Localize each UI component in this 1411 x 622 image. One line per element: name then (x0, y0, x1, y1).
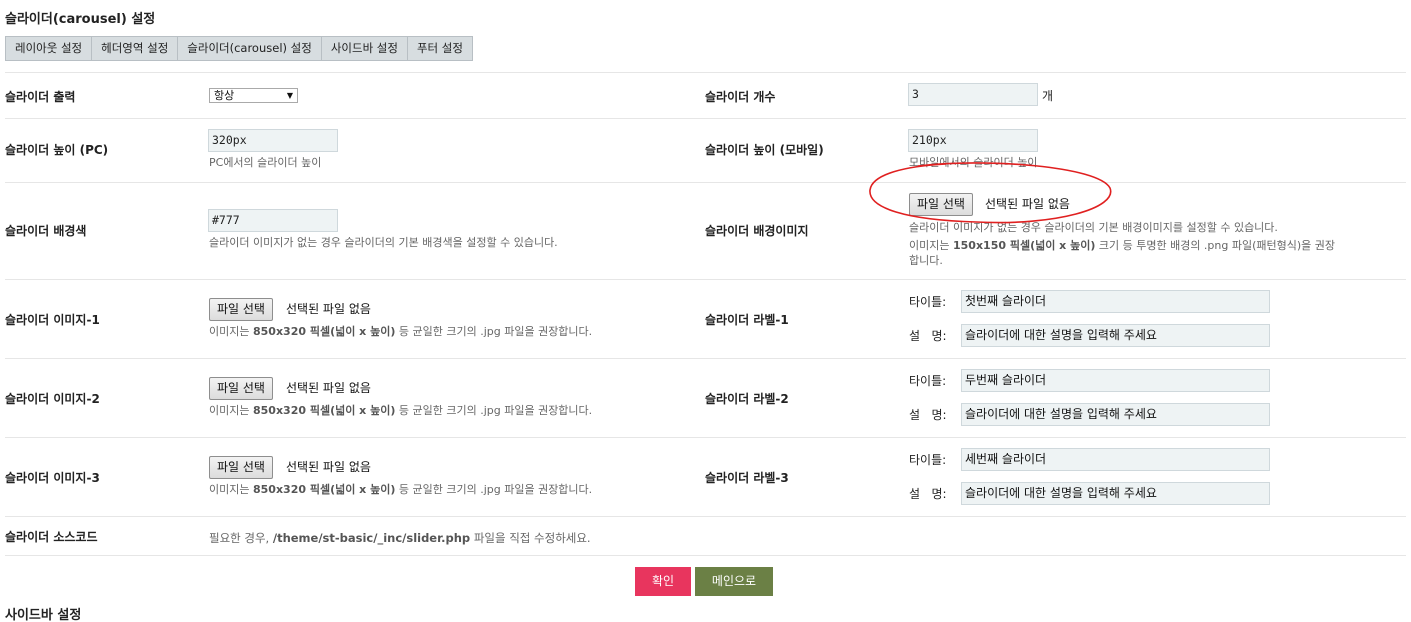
bg-image-file-button[interactable]: 파일 선택 (909, 193, 973, 216)
height-mobile-help: 모바일에서의 슬라이더 높이 (909, 156, 1038, 169)
bg-image-help-2: 이미지는 150x150 픽셀(넓이 x 높이) 크기 등 투명한 배경의 .p… (909, 239, 1336, 252)
chevron-down-icon: ▼ (286, 91, 293, 100)
image-1-file-button[interactable]: 파일 선택 (209, 298, 273, 321)
image-3-help: 이미지는 850x320 픽셀(넓이 x 높이) 등 균일한 크기의 .jpg … (209, 483, 593, 496)
label-3-desc-input[interactable]: 슬라이더에 대한 설명을 입력해 주세요 (961, 482, 1270, 505)
bg-image-help-1: 슬라이더 이미지가 없는 경우 슬라이더의 기본 배경이미지를 설정할 수 있습… (909, 221, 1278, 234)
tab-footer[interactable]: 푸터 설정 (407, 37, 472, 60)
row-slide-2: 슬라이더 이미지-2 파일 선택 선택된 파일 없음 이미지는 850x320 … (5, 358, 1406, 437)
height-pc-input[interactable]: 320px (208, 129, 338, 152)
label-3-label: 슬라이더 라벨-3 (705, 471, 789, 485)
tab-header[interactable]: 헤더영역 설정 (92, 37, 179, 60)
confirm-button[interactable]: 확인 (635, 567, 691, 596)
bg-color-label: 슬라이더 배경색 (5, 224, 87, 238)
label-3-title-label: 타이틀: (909, 453, 947, 467)
settings-tabs: 레이아웃 설정 헤더영역 설정 슬라이더(carousel) 설정 사이드바 설… (5, 36, 473, 61)
image-3-file-button[interactable]: 파일 선택 (209, 456, 273, 479)
row-slide-3: 슬라이더 이미지-3 파일 선택 선택된 파일 없음 이미지는 850x320 … (5, 437, 1406, 516)
row-background: 슬라이더 배경색 #777 슬라이더 이미지가 없는 경우 슬라이더의 기본 배… (5, 182, 1406, 279)
height-pc-label: 슬라이더 높이 (PC) (5, 143, 109, 157)
count-input[interactable]: 3 (908, 83, 1038, 106)
page-title: 슬라이더(carousel) 설정 (5, 12, 156, 27)
label-1-desc-label: 설 명: (909, 329, 947, 343)
image-2-label: 슬라이더 이미지-2 (5, 392, 100, 406)
source-label: 슬라이더 소스코드 (5, 530, 98, 544)
label-1-title-label: 타이틀: (909, 295, 947, 309)
label-2-title-input[interactable]: 두번째 슬라이더 (961, 369, 1270, 392)
height-mobile-label: 슬라이더 높이 (모바일) (705, 143, 824, 157)
bg-image-file-status: 선택된 파일 없음 (985, 197, 1070, 211)
image-1-help: 이미지는 850x320 픽셀(넓이 x 높이) 등 균일한 크기의 .jpg … (209, 325, 593, 338)
main-button[interactable]: 메인으로 (695, 567, 773, 596)
height-mobile-input[interactable]: 210px (908, 129, 1038, 152)
label-1-desc-input[interactable]: 슬라이더에 대한 설명을 입력해 주세요 (961, 324, 1270, 347)
row-source: 슬라이더 소스코드 필요한 경우, /theme/st-basic/_inc/s… (5, 516, 1406, 556)
image-1-file-status: 선택된 파일 없음 (286, 302, 371, 316)
image-3-file-status: 선택된 파일 없음 (286, 460, 371, 474)
bg-image-label: 슬라이더 배경이미지 (705, 224, 809, 238)
count-label: 슬라이더 개수 (705, 90, 776, 104)
image-1-label: 슬라이더 이미지-1 (5, 313, 100, 327)
output-select[interactable]: 항상 ▼ (209, 88, 298, 103)
label-2-label: 슬라이더 라벨-2 (705, 392, 789, 406)
label-2-title-label: 타이틀: (909, 374, 947, 388)
label-2-desc-label: 설 명: (909, 408, 947, 422)
bg-image-help-3: 합니다. (909, 254, 943, 267)
height-pc-help: PC에서의 슬라이더 높이 (209, 156, 322, 169)
source-help: 필요한 경우, /theme/st-basic/_inc/slider.php … (209, 531, 591, 545)
label-3-desc-label: 설 명: (909, 487, 947, 501)
bg-color-input[interactable]: #777 (208, 209, 338, 232)
label-1-label: 슬라이더 라벨-1 (705, 313, 789, 327)
tab-layout[interactable]: 레이아웃 설정 (6, 37, 93, 60)
count-unit: 개 (1042, 89, 1054, 103)
tab-carousel[interactable]: 슬라이더(carousel) 설정 (178, 37, 322, 60)
image-2-file-status: 선택된 파일 없음 (286, 381, 371, 395)
row-slide-1: 슬라이더 이미지-1 파일 선택 선택된 파일 없음 이미지는 850x320 … (5, 279, 1406, 358)
image-3-label: 슬라이더 이미지-3 (5, 471, 100, 485)
bg-color-help: 슬라이더 이미지가 없는 경우 슬라이더의 기본 배경색을 설정할 수 있습니다… (209, 236, 558, 249)
label-2-desc-input[interactable]: 슬라이더에 대한 설명을 입력해 주세요 (961, 403, 1270, 426)
row-height: 슬라이더 높이 (PC) 320px PC에서의 슬라이더 높이 슬라이더 높이… (5, 118, 1406, 182)
tab-sidebar[interactable]: 사이드바 설정 (321, 37, 408, 60)
image-2-file-button[interactable]: 파일 선택 (209, 377, 273, 400)
output-label: 슬라이더 출력 (5, 90, 76, 104)
label-1-title-input[interactable]: 첫번째 슬라이더 (961, 290, 1270, 313)
output-select-value: 항상 (214, 89, 235, 102)
image-2-help: 이미지는 850x320 픽셀(넓이 x 높이) 등 균일한 크기의 .jpg … (209, 404, 593, 417)
row-output: 슬라이더 출력 항상 ▼ 슬라이더 개수 3 개 (5, 72, 1406, 118)
sidebar-section-title: 사이드바 설정 (5, 608, 82, 622)
label-3-title-input[interactable]: 세번째 슬라이더 (961, 448, 1270, 471)
